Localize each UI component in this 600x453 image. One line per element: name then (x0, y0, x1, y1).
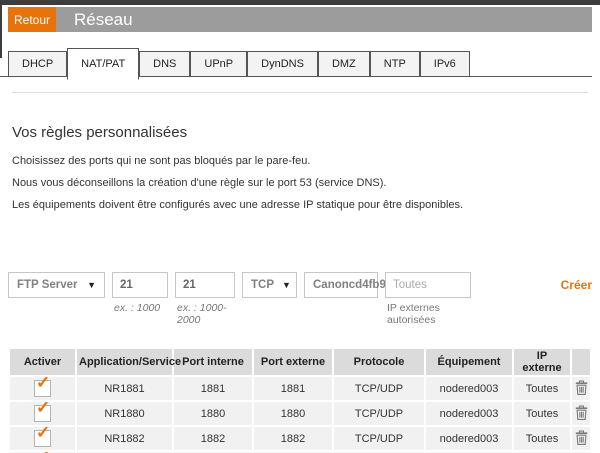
tab[interactable]: UPnP (190, 51, 247, 76)
cell-port-interne: 1882 (174, 427, 252, 450)
enable-checkbox[interactable]: ✓ (34, 380, 51, 397)
cell-protocole: TCP/UDP (334, 377, 424, 400)
page-header: Retour Réseau (8, 7, 592, 32)
create-rule-form: FTP Server ▼ ex. : 1000 ex. : 1000-2000 … (8, 272, 592, 326)
trash-icon (575, 405, 588, 420)
application-select-value: FTP Server (17, 279, 78, 291)
external-port-hint: ex. : 1000-2000 (175, 302, 235, 326)
cell-activer: ✓ (10, 427, 75, 450)
column-header-actions (572, 349, 590, 375)
internal-port-hint: ex. : 1000 (112, 302, 168, 314)
cell-port-externe: 1880 (254, 402, 332, 425)
tab[interactable]: NTP (370, 51, 420, 76)
cell-protocole: TCP/UDP (334, 402, 424, 425)
internal-port-input[interactable] (112, 272, 168, 298)
cell-port-interne: 1880 (174, 402, 252, 425)
section-title: Vos règles personnalisées (12, 124, 600, 141)
delete-button[interactable] (575, 430, 588, 445)
tab-label: UPnP (204, 58, 233, 70)
cell-actions (572, 402, 590, 425)
cell-ip-externe: Toutes (514, 402, 570, 425)
cell-activer: ✓ (10, 402, 75, 425)
delete-button[interactable] (575, 405, 588, 420)
cell-equipement: nodered003 (426, 377, 512, 400)
tab-label: DynDNS (261, 58, 304, 70)
external-ip-input[interactable] (385, 272, 471, 298)
tab-label: IPv6 (434, 58, 456, 70)
check-icon: ✓ (36, 373, 50, 393)
table-header-row: Activer Application/Service Port interne… (10, 349, 590, 375)
back-button[interactable]: Retour (8, 7, 56, 32)
protocol-select-value: TCP (251, 279, 274, 291)
column-header-activer: Activer (10, 349, 75, 375)
column-header-equipement: Équipement (426, 349, 512, 375)
enable-checkbox[interactable]: ✓ (34, 405, 51, 422)
tab[interactable]: IPv6 (420, 51, 470, 76)
device-select-value: Canoncd4fb9 (313, 279, 386, 291)
tab[interactable]: DMZ (318, 51, 370, 76)
tab[interactable]: DHCP (8, 51, 67, 76)
cell-application: NR1881 (77, 377, 172, 400)
cell-port-interne: 1881 (174, 377, 252, 400)
create-button[interactable]: Créer (561, 278, 592, 292)
trash-icon (575, 430, 588, 445)
tab-label: NTP (384, 58, 406, 70)
column-header-application: Application/Service (77, 349, 172, 375)
tab-label: NAT/PAT (81, 58, 125, 70)
chevron-down-icon: ▼ (282, 280, 291, 290)
cell-actions (572, 377, 590, 400)
cell-port-externe: 1881 (254, 377, 332, 400)
header-bar: Réseau (56, 7, 592, 32)
tab-bar: DHCP NAT/PAT DNS UPnP DynDNS DMZ NTP IPv… (0, 48, 592, 77)
cell-equipement: nodered003 (426, 427, 512, 450)
external-port-input[interactable] (175, 272, 235, 298)
external-ip-hint: IP externes autorisées (385, 302, 471, 326)
note-firewall: Choisissez des ports qui ne sont pas blo… (12, 155, 600, 168)
check-icon: ✓ (36, 423, 50, 443)
column-header-protocole: Protocole (334, 349, 424, 375)
enable-checkbox[interactable]: ✓ (34, 430, 51, 447)
tab-label: DMZ (332, 58, 356, 70)
trash-icon (575, 380, 588, 395)
page-title: Réseau (74, 10, 133, 30)
tab-label: DNS (153, 58, 176, 70)
rules-table: Activer Application/Service Port interne… (8, 347, 592, 453)
application-select[interactable]: FTP Server ▼ (8, 272, 105, 298)
window-top-border (0, 0, 600, 5)
tab[interactable]: DNS (139, 51, 190, 76)
note-port53: Nous vous déconseillons la création d'un… (12, 177, 600, 190)
tab[interactable]: NAT/PAT (67, 48, 139, 80)
cell-actions (572, 427, 590, 450)
check-icon: ✓ (36, 398, 50, 418)
tab[interactable]: DynDNS (247, 51, 318, 76)
table-row: ✓ NR1880 1880 1880 TCP/UDP nodered003 To… (10, 402, 590, 425)
delete-button[interactable] (575, 380, 588, 395)
window-left-border (0, 0, 2, 58)
cell-protocole: TCP/UDP (334, 427, 424, 450)
cell-application: NR1882 (77, 427, 172, 450)
device-select[interactable]: Canoncd4fb9 ▼ (304, 272, 378, 298)
cell-ip-externe: Toutes (514, 427, 570, 450)
note-static-ip: Les équipements doivent être configurés … (12, 199, 600, 212)
check-icon: ✓ (36, 448, 50, 453)
cell-ip-externe: Toutes (514, 377, 570, 400)
table-row: ✓ NR1882 1882 1882 TCP/UDP nodered003 To… (10, 427, 590, 450)
cell-equipement: nodered003 (426, 402, 512, 425)
tab-label: DHCP (22, 58, 53, 70)
cell-port-externe: 1882 (254, 427, 332, 450)
cell-application: NR1880 (77, 402, 172, 425)
cell-activer: ✓ (10, 377, 75, 400)
table-row: ✓ NR1881 1881 1881 TCP/UDP nodered003 To… (10, 377, 590, 400)
chevron-down-icon: ▼ (87, 280, 96, 290)
protocol-select[interactable]: TCP ▼ (242, 272, 297, 298)
column-header-port-interne: Port interne (174, 349, 252, 375)
section-divider (12, 92, 588, 93)
column-header-ip-externe: IP externe (514, 349, 570, 375)
column-header-port-externe: Port externe (254, 349, 332, 375)
